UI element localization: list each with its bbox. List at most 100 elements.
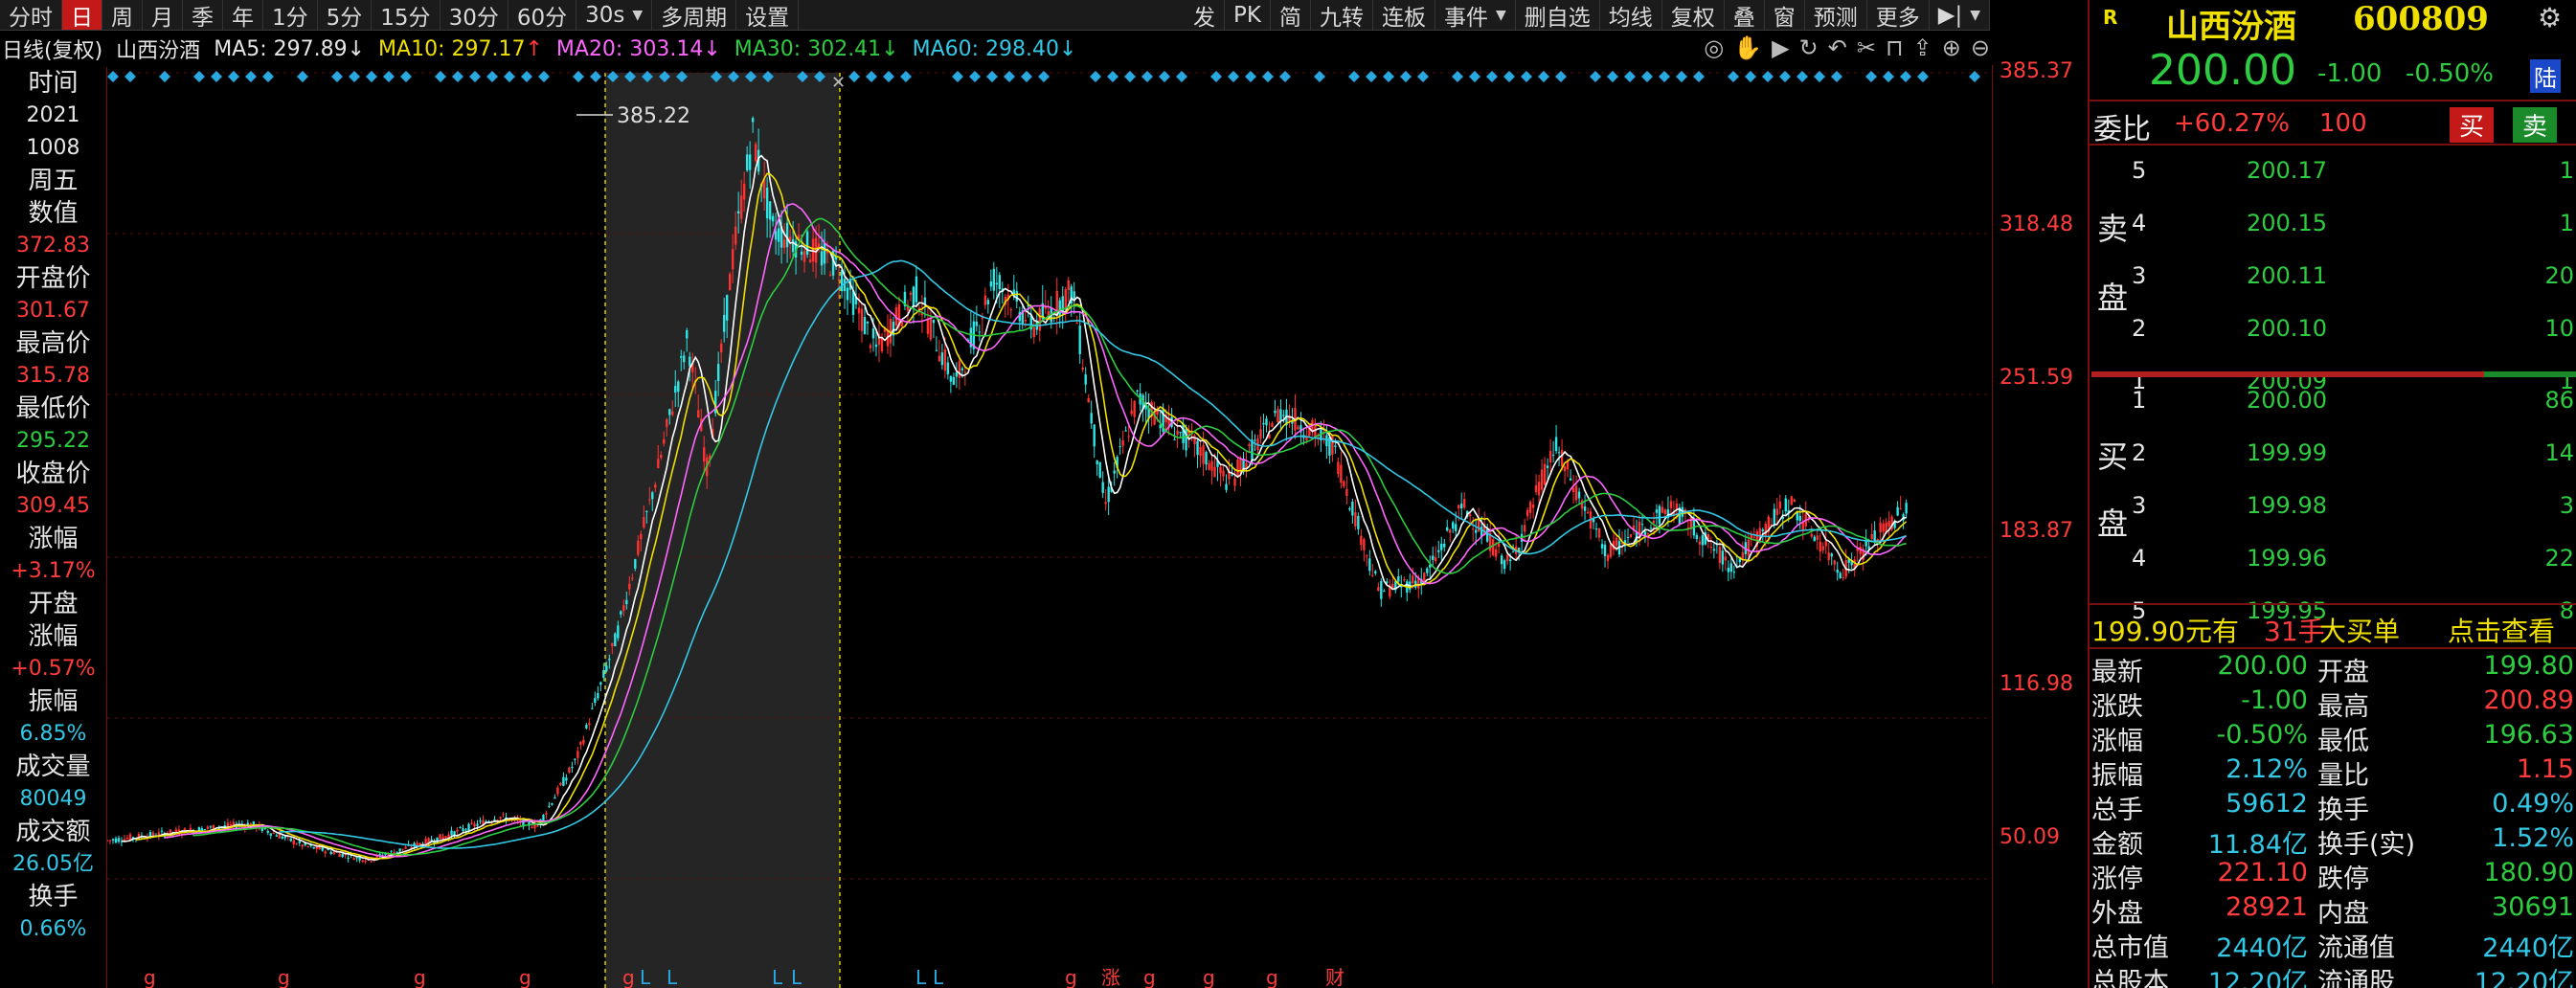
eye-icon[interactable]: ◎: [1704, 34, 1724, 61]
tool-button-4[interactable]: 连板: [1373, 0, 1435, 31]
event-marker-icon[interactable]: [1038, 71, 1050, 82]
candle-body: [1537, 482, 1541, 496]
event-marker-icon[interactable]: [900, 71, 912, 82]
lock-icon[interactable]: ⊓: [1886, 34, 1904, 61]
candle-body: [1038, 308, 1041, 331]
order-level-row[interactable]: 2 199.99 14: [2090, 436, 2576, 474]
period-tab-0[interactable]: 分时: [0, 0, 62, 31]
tool-button-7[interactable]: 均线: [1600, 0, 1662, 31]
event-markers[interactable]: [107, 71, 1980, 82]
period-tab-11[interactable]: 30s: [576, 0, 653, 30]
event-marker-icon[interactable]: [1865, 71, 1877, 82]
buy-button[interactable]: 买: [2450, 107, 2495, 143]
candlestick-chart[interactable]: 385.22✕g g g g g L L L L L Lg 涨 g g g 财: [107, 65, 1992, 988]
period-tab-10[interactable]: 60分: [508, 0, 577, 31]
period-tab-6[interactable]: 1分: [263, 0, 318, 31]
event-marker-icon[interactable]: [1021, 71, 1032, 82]
period-tab-7[interactable]: 5分: [318, 0, 373, 31]
event-marker-icon[interactable]: [400, 71, 412, 82]
event-marker-icon[interactable]: [1245, 71, 1256, 82]
event-marker-icon[interactable]: [1383, 71, 1394, 82]
event-marker-icon[interactable]: [1503, 71, 1515, 82]
order-level-row[interactable]: 5 200.17 1: [2090, 153, 2576, 191]
event-marker-icon[interactable]: [1779, 71, 1791, 82]
tool-button-13[interactable]: ▶|: [1930, 0, 1990, 30]
tool-button-1[interactable]: PK: [1225, 0, 1271, 30]
zoom-in-icon[interactable]: ⊕: [1942, 34, 1961, 61]
event-marker-icon[interactable]: [969, 71, 981, 82]
share-icon[interactable]: ⇪: [1913, 34, 1932, 61]
history-icon[interactable]: ↻: [1799, 34, 1819, 61]
event-marker-icon[interactable]: [1314, 71, 1325, 82]
tool-button-9[interactable]: 叠: [1725, 0, 1765, 31]
event-marker-icon[interactable]: [1452, 71, 1463, 82]
event-marker-icon[interactable]: [331, 71, 343, 82]
event-marker-icon[interactable]: [1090, 71, 1101, 82]
stat-row: 涨幅 -0.50% 最低 196.63: [2090, 718, 2576, 756]
event-marker-icon[interactable]: [952, 71, 963, 82]
big-order-link[interactable]: 点击查看: [2448, 611, 2555, 649]
event-marker-icon[interactable]: [1159, 71, 1170, 82]
candle-body: [1732, 572, 1736, 573]
undo-icon[interactable]: ↶: [1828, 34, 1847, 61]
event-marker-icon[interactable]: [1521, 71, 1532, 82]
tool-button-2[interactable]: 简: [1271, 0, 1311, 31]
event-marker-icon[interactable]: [1728, 71, 1739, 82]
candle-body: [125, 838, 129, 840]
candle-body: [1761, 529, 1765, 531]
candle-body: [1325, 435, 1328, 447]
play-icon[interactable]: ▶: [1772, 34, 1789, 61]
info-label: 时间: [28, 69, 79, 98]
order-level-row[interactable]: 3 199.98 3: [2090, 488, 2576, 527]
tool-button-8[interactable]: 复权: [1662, 0, 1725, 31]
candle-body: [1548, 450, 1552, 462]
tool-button-12[interactable]: 更多: [1867, 0, 1930, 31]
sell-button[interactable]: 卖: [2513, 107, 2558, 143]
tool-button-5[interactable]: 事件: [1435, 0, 1516, 31]
event-marker-icon[interactable]: [1366, 71, 1377, 82]
stat-row: 金额 11.84亿 换手(实) 1.52%: [2090, 821, 2576, 860]
event-marker-icon[interactable]: [262, 71, 274, 82]
period-tab-2[interactable]: 周: [102, 0, 143, 31]
order-level-price: 200.17: [2247, 157, 2327, 184]
event-marker-icon[interactable]: [538, 71, 550, 82]
tool-button-3[interactable]: 九转: [1311, 0, 1373, 31]
tool-button-6[interactable]: 删自选: [1516, 0, 1600, 31]
period-tab-12[interactable]: 多周期: [652, 0, 737, 31]
period-tab-9[interactable]: 30分: [441, 0, 508, 31]
period-tab-5[interactable]: 年: [223, 0, 263, 31]
event-marker-icon[interactable]: [1796, 71, 1808, 82]
event-marker-icon[interactable]: [469, 71, 481, 82]
event-marker-icon[interactable]: [349, 71, 360, 82]
period-tab-4[interactable]: 季: [183, 0, 223, 31]
scissors-icon[interactable]: ✂: [1857, 34, 1876, 61]
order-level-row[interactable]: 1 200.00 86: [2090, 383, 2576, 421]
hand-icon[interactable]: ✋: [1733, 34, 1762, 61]
order-level-row[interactable]: 4 200.15 1: [2090, 206, 2576, 244]
period-tab-1[interactable]: 日: [62, 0, 102, 31]
event-marker-icon[interactable]: [486, 71, 498, 82]
zoom-out-icon[interactable]: ⊖: [1971, 34, 1990, 61]
event-marker-icon[interactable]: [193, 71, 205, 82]
candle-body: [978, 331, 982, 333]
event-marker-icon[interactable]: [883, 71, 894, 82]
period-tab-3[interactable]: 月: [143, 0, 183, 31]
event-marker-icon[interactable]: [1590, 71, 1601, 82]
event-marker-icon[interactable]: [1176, 71, 1187, 82]
tool-button-10[interactable]: 窗: [1765, 0, 1805, 31]
event-marker-icon[interactable]: [1917, 71, 1929, 82]
tool-button-0[interactable]: 发: [1185, 0, 1226, 31]
event-marker-icon[interactable]: [124, 71, 136, 82]
order-level-row[interactable]: 4 199.96 22: [2090, 541, 2576, 579]
event-marker-icon[interactable]: [1659, 71, 1670, 82]
event-marker-icon[interactable]: [1107, 71, 1119, 82]
tool-button-11[interactable]: 预测: [1805, 0, 1867, 31]
event-marker-icon[interactable]: [211, 71, 222, 82]
order-level-row[interactable]: 2 200.10 10: [2090, 311, 2576, 349]
period-tab-8[interactable]: 15分: [372, 0, 441, 31]
event-marker-icon[interactable]: [1641, 71, 1653, 82]
order-level-row[interactable]: 3 200.11 20: [2090, 258, 2576, 297]
event-marker-icon[interactable]: [1228, 71, 1239, 82]
gear-icon[interactable]: ⚙: [2538, 2, 2562, 34]
period-tab-13[interactable]: 设置: [736, 0, 800, 31]
